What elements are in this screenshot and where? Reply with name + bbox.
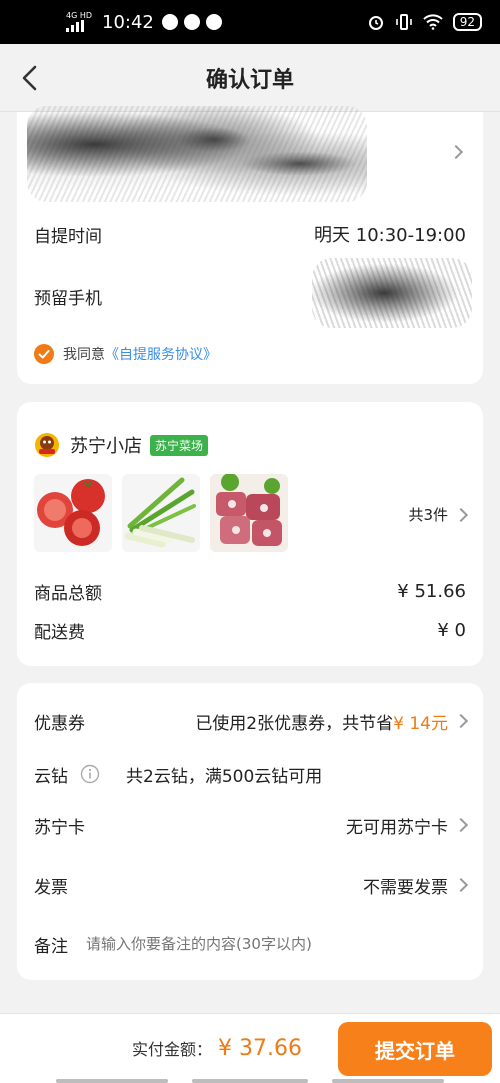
redacted-phone <box>312 258 472 328</box>
coupon-row[interactable]: 优惠券 已使用2张优惠券，共节省 ¥ 14元 <box>34 707 469 735</box>
suning-card-value: 无可用苏宁卡 <box>346 817 448 838</box>
home-indicator <box>332 1079 444 1083</box>
status-bar: 4G HD 10:42 92 <box>0 0 500 44</box>
coupon-text: 已使用2张优惠券，共节省 <box>195 713 394 734</box>
phone-label: 预留手机 <box>34 288 102 309</box>
compass-icon <box>161 14 178 30</box>
product-thumb-green-onion <box>122 474 200 552</box>
goods-total-value: ¥ 51.66 <box>397 580 466 602</box>
chevron-right-icon <box>453 817 469 833</box>
chevron-right-icon <box>453 877 469 893</box>
agreement-link[interactable]: 《自提服务协议》 <box>105 344 217 364</box>
items-count[interactable]: 共3件 <box>408 504 469 525</box>
coupon-saved: ¥ 14元 <box>393 713 448 734</box>
wifi-icon <box>423 14 443 30</box>
invoice-value: 不需要发票 <box>363 877 448 898</box>
note-row: 备注 <box>34 930 466 958</box>
options-card: 优惠券 已使用2张优惠券，共节省 ¥ 14元 云钻 共2云钻，满500云钻可用 … <box>17 683 483 980</box>
checkout-bar: 实付金额： ¥ 37.66 提交订单 <box>0 1013 500 1083</box>
chevron-right-icon <box>453 713 469 729</box>
note-input[interactable] <box>86 935 466 953</box>
coupon-label: 优惠券 <box>34 713 85 734</box>
pay-label: 实付金额： <box>132 1040 213 1059</box>
suning-card-row[interactable]: 苏宁卡 无可用苏宁卡 <box>34 811 469 839</box>
pickup-time-row[interactable]: 自提时间 明天 10:30-19:00 <box>34 220 466 248</box>
alarm-icon <box>368 16 383 30</box>
back-arrow-icon[interactable] <box>18 64 44 92</box>
goods-total-row: 商品总额 ¥ 51.66 <box>34 578 466 604</box>
shipping-row: 配送费 ¥ 0 <box>34 617 466 643</box>
yunzuan-row: 云钻 共2云钻，满500云钻可用 <box>34 760 466 788</box>
clock: 10:42 <box>102 11 154 33</box>
phone-row[interactable]: 预留手机 <box>34 258 472 328</box>
pay-value: ¥ 37.66 <box>218 1036 302 1061</box>
pay-amount: 实付金额： ¥ 37.66 <box>132 1036 302 1061</box>
agreement-row[interactable]: 我同意 《自提服务协议》 <box>34 344 217 364</box>
network-type: 4G HD <box>66 11 93 20</box>
note-label: 备注 <box>34 936 68 957</box>
vibrate-icon <box>395 14 412 30</box>
submit-order-button[interactable]: 提交订单 <box>338 1022 492 1076</box>
goods-total-label: 商品总额 <box>34 583 102 604</box>
page-title: 确认订单 <box>205 67 294 93</box>
store-logo-icon <box>35 433 59 457</box>
redacted-address <box>27 106 367 202</box>
store-tag: 苏宁菜场 <box>150 434 209 456</box>
wechat-icon <box>183 14 200 30</box>
signal-icon <box>66 20 84 32</box>
yunzuan-text: 共2云钻，满500云钻可用 <box>126 766 323 787</box>
pickup-address-row[interactable] <box>17 106 483 202</box>
battery-level: 92 <box>459 15 475 29</box>
pickup-time-value: 明天 10:30-19:00 <box>314 225 466 246</box>
invoice-row[interactable]: 发票 不需要发票 <box>34 871 469 899</box>
home-indicator <box>56 1079 168 1083</box>
shipping-label: 配送费 <box>34 622 85 643</box>
pickup-time-label: 自提时间 <box>34 226 102 247</box>
suning-card-label: 苏宁卡 <box>34 817 85 838</box>
header: 确认订单 <box>0 44 500 112</box>
notification-icons <box>161 14 222 30</box>
agreement-prefix: 我同意 <box>63 347 105 363</box>
battery-icon: 92 <box>452 13 482 31</box>
items-count-text: 共3件 <box>408 506 448 524</box>
home-indicator <box>192 1079 308 1083</box>
product-list[interactable]: 共3件 <box>17 474 483 554</box>
network-indicator: 4G HD <box>66 12 92 32</box>
invoice-label: 发票 <box>34 877 68 898</box>
store-card: 苏宁小店 苏宁菜场 共3件 商品总额 ¥ 51.66 配送费 ¥ 0 <box>17 402 483 666</box>
info-icon[interactable] <box>80 764 100 784</box>
message-icon <box>205 14 222 30</box>
system-icons: 92 <box>367 13 482 31</box>
product-thumb-pork-ribs <box>210 474 288 552</box>
store-header: 苏宁小店 苏宁菜场 <box>34 432 209 458</box>
pickup-card: 自提时间 明天 10:30-19:00 预留手机 我同意 《自提服务协议》 <box>17 106 483 384</box>
checkbox-checked-icon[interactable] <box>34 344 54 364</box>
chevron-right-icon <box>448 144 464 160</box>
shipping-value: ¥ 0 <box>437 619 466 641</box>
chevron-right-icon <box>453 507 469 522</box>
yunzuan-label: 云钻 <box>34 766 68 787</box>
store-name: 苏宁小店 <box>70 436 142 457</box>
product-thumb-tomato <box>34 474 112 552</box>
